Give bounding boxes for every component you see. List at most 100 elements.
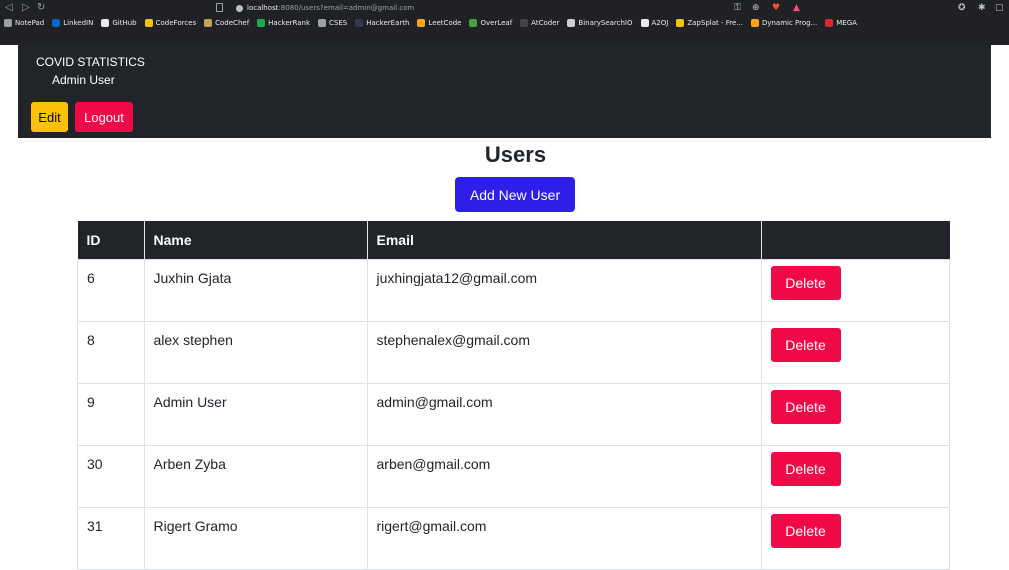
window-icon[interactable]: ▢ xyxy=(995,2,1004,14)
bookmark-label: NotePad xyxy=(15,19,45,27)
reload-icon[interactable]: ↻ xyxy=(37,2,45,14)
cell-actions: Delete xyxy=(760,259,950,322)
cell-email: rigert@gmail.com xyxy=(366,507,762,570)
column-header-actions xyxy=(761,221,950,260)
cell-email: arben@gmail.com xyxy=(366,445,762,508)
cell-id: 9 xyxy=(77,383,145,446)
bookmark-label: LinkedIN xyxy=(63,19,94,27)
bookmark-item[interactable]: NotePad xyxy=(4,19,44,27)
cell-actions: Delete xyxy=(760,445,950,508)
bookmark-item[interactable]: HackerEarth xyxy=(355,19,409,27)
bookmark-item[interactable]: CodeForces xyxy=(144,19,197,27)
bookmark-label: ZapSplat - Fre... xyxy=(687,19,743,27)
logout-button[interactable]: Logout xyxy=(75,102,133,132)
mega-icon xyxy=(825,19,834,27)
delete-user-button[interactable]: Delete xyxy=(770,452,841,486)
bookmark-label: BinarySearchIO xyxy=(578,19,633,27)
forward-icon[interactable]: ▷ xyxy=(22,2,30,14)
column-header-email: Email xyxy=(367,221,762,260)
leetcode-icon xyxy=(417,19,426,27)
puzzle-icon[interactable]: ✱ xyxy=(978,2,986,14)
github-icon xyxy=(101,19,110,27)
cell-id: 31 xyxy=(77,507,145,570)
brave-rewards-icon[interactable]: ▲ xyxy=(793,2,800,14)
cell-id: 30 xyxy=(77,445,145,508)
bookmark-item[interactable]: Dynamic Prog... xyxy=(750,19,818,27)
bookmark-item[interactable]: A2OJ xyxy=(640,19,669,27)
column-header-id: ID xyxy=(77,221,145,260)
bookmark-page-icon[interactable] xyxy=(216,3,223,12)
bookmarks-bar: NotePad LinkedIN GitHub CodeForces CodeChef H… xyxy=(0,17,1009,29)
globe-icon xyxy=(318,19,327,27)
bookmark-label: CodeForces xyxy=(155,19,197,27)
bookmark-label: GitHub xyxy=(112,19,137,27)
bookmark-item[interactable]: LinkedIN xyxy=(52,19,93,27)
bookmark-item[interactable]: LeetCode xyxy=(417,19,461,27)
zoom-icon[interactable]: ⊕ xyxy=(752,2,760,14)
bookmark-label: A2OJ xyxy=(651,19,669,27)
cell-email: admin@gmail.com xyxy=(366,383,762,446)
bookmark-item[interactable]: ZapSplat - Fre... xyxy=(676,19,743,27)
back-icon[interactable]: ◁ xyxy=(5,2,13,14)
cell-name: Arben Zyba xyxy=(143,445,368,508)
bookmark-label: Dynamic Prog... xyxy=(761,19,818,27)
bookmark-item[interactable]: BinarySearchIO xyxy=(567,19,633,27)
bookmark-item[interactable]: OverLeaf xyxy=(469,19,512,27)
bookmark-label: MEGA xyxy=(836,19,857,27)
delete-user-button[interactable]: Delete xyxy=(770,390,841,424)
delete-user-button[interactable]: Delete xyxy=(770,514,841,548)
address-bar[interactable]: localhost:8080/users?email=admin@gmail.c… xyxy=(236,2,414,14)
bookmark-item[interactable]: CSES xyxy=(318,19,347,27)
delete-user-button[interactable]: Delete xyxy=(770,266,841,300)
binarysearch-icon xyxy=(567,19,576,27)
hackerearth-icon xyxy=(355,19,364,27)
codechef-icon xyxy=(204,19,213,27)
bookmark-item[interactable]: CodeChef xyxy=(204,19,249,27)
browser-toolbar: ◁ ▷ ↻ localhost:8080/users?email=admin@g… xyxy=(0,0,1009,16)
browser-chrome: ◁ ▷ ↻ localhost:8080/users?email=admin@g… xyxy=(0,0,1009,45)
bookmark-label: CodeChef xyxy=(215,19,250,27)
extension-icon[interactable]: ✪ xyxy=(958,2,966,14)
atcoder-icon xyxy=(520,19,529,27)
bookmark-label: HackerRank xyxy=(268,19,311,27)
column-header-name: Name xyxy=(144,221,368,260)
bookmark-item[interactable]: MEGA xyxy=(825,19,857,27)
bookmark-item[interactable]: GitHub xyxy=(101,19,137,27)
users-table: ID Name Email 6 Juxhin Gjata juxhingjata12… xyxy=(77,221,950,570)
delete-user-button[interactable]: Delete xyxy=(770,328,841,362)
cell-actions: Delete xyxy=(760,321,950,384)
app-navbar: COVID STATISTICS Admin User Edit Logout xyxy=(18,45,991,138)
key-icon[interactable]: ⚿ xyxy=(734,2,741,14)
linkedin-icon xyxy=(52,19,61,27)
cell-name: Admin User xyxy=(143,383,368,446)
bookmark-label: CSES xyxy=(329,19,348,27)
bookmark-label: AtCoder xyxy=(531,19,560,27)
leetcode-icon xyxy=(750,19,759,27)
cell-id: 8 xyxy=(77,321,145,384)
codeforces-icon xyxy=(144,19,153,27)
zapsplat-icon xyxy=(676,19,685,27)
bookmark-item[interactable]: HackerRank xyxy=(257,19,310,27)
edit-button[interactable]: Edit xyxy=(31,102,68,132)
globe-icon xyxy=(4,19,12,27)
cell-name: Juxhin Gjata xyxy=(143,259,368,322)
page-title: Users xyxy=(484,142,547,167)
hackerrank-icon xyxy=(257,19,266,27)
add-user-button[interactable]: Add New User xyxy=(455,177,575,212)
a2oj-icon xyxy=(640,19,649,27)
cell-actions: Delete xyxy=(760,383,950,446)
cell-email: stephenalex@gmail.com xyxy=(366,321,762,384)
table-row: 9 Admin User admin@gmail.com Delete xyxy=(77,383,950,446)
bookmark-label: LeetCode xyxy=(428,19,462,27)
table-header-row: ID Name Email xyxy=(77,221,950,260)
brand-title: COVID STATISTICS xyxy=(36,55,145,69)
table-row: 31 Rigert Gramo rigert@gmail.com Delete xyxy=(77,507,950,570)
table-row: 8 alex stephen stephenalex@gmail.com Delete xyxy=(77,321,950,384)
table-row: 6 Juxhin Gjata juxhingjata12@gmail.com Dele… xyxy=(77,259,950,322)
bookmark-label: OverLeaf xyxy=(480,19,513,27)
bookmark-item[interactable]: AtCoder xyxy=(520,19,559,27)
site-info-icon[interactable] xyxy=(236,4,243,12)
cell-name: Rigert Gramo xyxy=(143,507,368,570)
cell-id: 6 xyxy=(77,259,145,322)
brave-shield-icon[interactable]: ♥ xyxy=(772,2,780,14)
